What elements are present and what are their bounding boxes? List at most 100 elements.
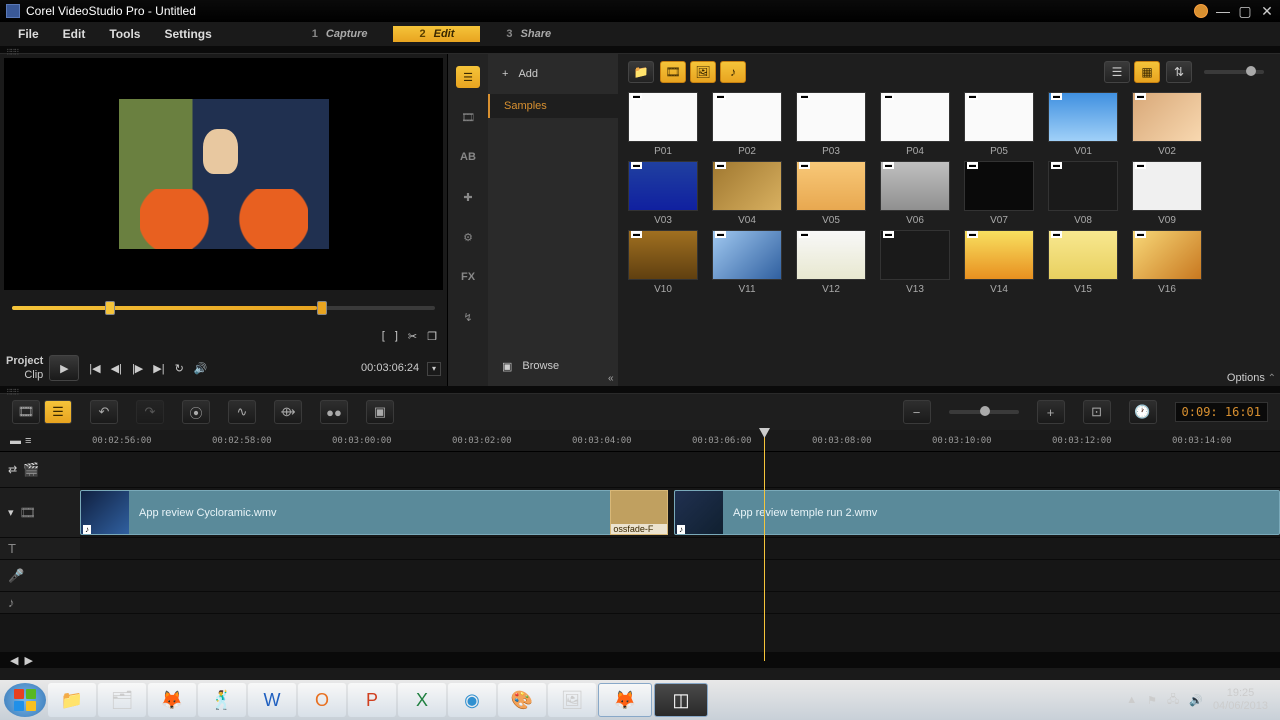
menu-settings[interactable]: Settings — [154, 23, 221, 45]
scrubber[interactable] — [0, 294, 447, 322]
expand-icon[interactable]: ▾ — [8, 506, 14, 519]
step-capture[interactable]: 1Capture — [286, 26, 394, 42]
system-tray[interactable]: ▲ ⚑ 🖧 🔊 19:2504/06/2013 — [1118, 687, 1276, 713]
library-thumb[interactable]: V13 — [880, 230, 950, 295]
maximize-button[interactable]: ▢ — [1238, 5, 1252, 17]
marker-button[interactable]: ▣ — [366, 400, 394, 424]
taskbar-firefox[interactable]: 🦊 — [148, 683, 196, 717]
graphic-category-icon[interactable]: ✚ — [456, 186, 480, 208]
library-thumb[interactable]: V09 — [1132, 161, 1202, 226]
taskbar-media[interactable]: 🖼 — [548, 683, 596, 717]
playhead[interactable] — [764, 430, 765, 661]
zoom-slider[interactable] — [949, 410, 1019, 414]
tray-expand-icon[interactable]: ▲ — [1126, 694, 1137, 706]
taskbar-itunes[interactable]: ◉ — [448, 683, 496, 717]
play-button[interactable]: ▶ — [49, 355, 79, 381]
library-thumb[interactable]: P01 — [628, 92, 698, 157]
volume-button[interactable]: 🔊 — [194, 362, 208, 375]
step-share[interactable]: 3Share — [480, 26, 577, 42]
samples-folder[interactable]: Samples — [488, 94, 618, 118]
timeline-view-button[interactable]: ☰ — [44, 400, 72, 424]
taskbar-paint[interactable]: 🎨 — [498, 683, 546, 717]
library-thumb[interactable]: P03 — [796, 92, 866, 157]
library-thumb[interactable]: V15 — [1048, 230, 1118, 295]
track-title[interactable] — [80, 538, 1280, 560]
prev-frame-button[interactable]: ◀| — [111, 362, 122, 375]
project-mode[interactable]: Project — [6, 355, 43, 367]
clip-1[interactable]: App review Cycloramic.wmv — [80, 490, 656, 535]
auto-button[interactable]: ⟴ — [274, 400, 302, 424]
mark-in-handle[interactable] — [105, 301, 115, 315]
menu-file[interactable]: File — [8, 23, 49, 45]
drag-handle-2[interactable] — [0, 386, 1280, 394]
library-thumb[interactable]: V05 — [796, 161, 866, 226]
sort-button[interactable]: ⇅ — [1166, 61, 1192, 83]
taskbar-excel[interactable]: X — [398, 683, 446, 717]
path-category-icon[interactable]: ↯ — [456, 306, 480, 328]
mark-in-button[interactable]: [ — [382, 330, 385, 343]
ruler-list-icon[interactable]: ≡ — [25, 435, 31, 447]
audio-mix-button[interactable]: ∿ — [228, 400, 256, 424]
taskbar-word[interactable]: W — [248, 683, 296, 717]
media-category-icon[interactable]: ☰ — [456, 66, 480, 88]
start-button[interactable] — [4, 683, 46, 717]
title-category-icon[interactable]: AB — [456, 146, 480, 168]
taskbar-powerpoint[interactable]: P — [348, 683, 396, 717]
clock-icon[interactable]: 🕐 — [1129, 400, 1157, 424]
track-music[interactable] — [80, 592, 1280, 614]
taskbar-explorer[interactable]: 📁 — [48, 683, 96, 717]
taskbar-gimp[interactable]: 🦊 — [598, 683, 652, 717]
flag-icon[interactable]: ⚑ — [1147, 694, 1157, 707]
mark-out-handle[interactable] — [317, 301, 327, 315]
thumb-size-slider[interactable] — [1204, 70, 1264, 74]
voice-track-icon[interactable]: 🎤 — [8, 568, 24, 584]
next-frame-button[interactable]: |▶ — [132, 362, 143, 375]
add-folder-button[interactable]: +Add — [488, 54, 618, 94]
transition-clip[interactable]: ossfade-F — [610, 490, 668, 535]
timeline-ruler[interactable]: ▬ ≡ 00:02:56:0000:02:58:0000:03:00:0000:… — [0, 430, 1280, 452]
clip-mode[interactable]: Clip — [6, 369, 43, 381]
title-track-icon[interactable]: T — [8, 541, 16, 556]
taskbar-pivot[interactable]: 🕺 — [198, 683, 246, 717]
cut-button[interactable]: ✂ — [408, 330, 417, 343]
loop-button[interactable]: ↻ — [175, 362, 184, 375]
mark-out-button[interactable]: ] — [395, 330, 398, 343]
library-thumb[interactable]: P04 — [880, 92, 950, 157]
library-thumb[interactable]: V07 — [964, 161, 1034, 226]
record-button[interactable]: ⦿ — [182, 400, 210, 424]
menu-tools[interactable]: Tools — [99, 23, 150, 45]
library-thumb[interactable]: V06 — [880, 161, 950, 226]
go-end-button[interactable]: ▶| — [153, 362, 164, 375]
zoom-in-button[interactable]: + — [1037, 400, 1065, 424]
grid-view-button[interactable]: ▦ — [1134, 61, 1160, 83]
video-track-icon[interactable]: 🎬 — [23, 462, 39, 478]
library-thumb[interactable]: V10 — [628, 230, 698, 295]
network-icon[interactable]: 🖧 — [1167, 691, 1179, 710]
minimize-button[interactable]: — — [1216, 5, 1230, 17]
timecode-stepper-icon[interactable]: ▾ — [427, 362, 441, 376]
snapshot-button[interactable]: ❐ — [427, 330, 437, 343]
list-view-button[interactable]: ☰ — [1104, 61, 1130, 83]
step-edit[interactable]: 2Edit — [393, 26, 480, 42]
scroll-right-icon[interactable]: ▶ — [24, 654, 32, 667]
gear-category-icon[interactable]: ⚙ — [456, 226, 480, 248]
library-thumb[interactable]: P05 — [964, 92, 1034, 157]
track-button[interactable]: ●● — [320, 400, 348, 424]
filter-category-icon[interactable]: FX — [456, 266, 480, 288]
show-photo-button[interactable]: 🖼 — [690, 61, 716, 83]
timeline-scroll[interactable]: ◀ ▶ — [0, 652, 1280, 668]
track-voice[interactable] — [80, 560, 1280, 592]
storyboard-view-button[interactable]: 🎞 — [12, 400, 40, 424]
library-thumb[interactable]: V03 — [628, 161, 698, 226]
library-thumb[interactable]: V11 — [712, 230, 782, 295]
preview-timecode[interactable]: 00:03:06:24 ▾ — [210, 360, 441, 376]
overlay-track-icon[interactable]: 🎞 — [20, 505, 37, 521]
show-video-button[interactable]: 🎞 — [660, 61, 686, 83]
show-audio-button[interactable]: ♪ — [720, 61, 746, 83]
project-duration[interactable]: 0:09: 16:01 — [1175, 402, 1268, 422]
fit-button[interactable]: ⊡ — [1083, 400, 1111, 424]
taskbar-libraries[interactable]: 🗂 — [98, 683, 146, 717]
drag-handle[interactable] — [0, 46, 1280, 54]
library-thumb[interactable]: V02 — [1132, 92, 1202, 157]
library-thumb[interactable]: V01 — [1048, 92, 1118, 157]
